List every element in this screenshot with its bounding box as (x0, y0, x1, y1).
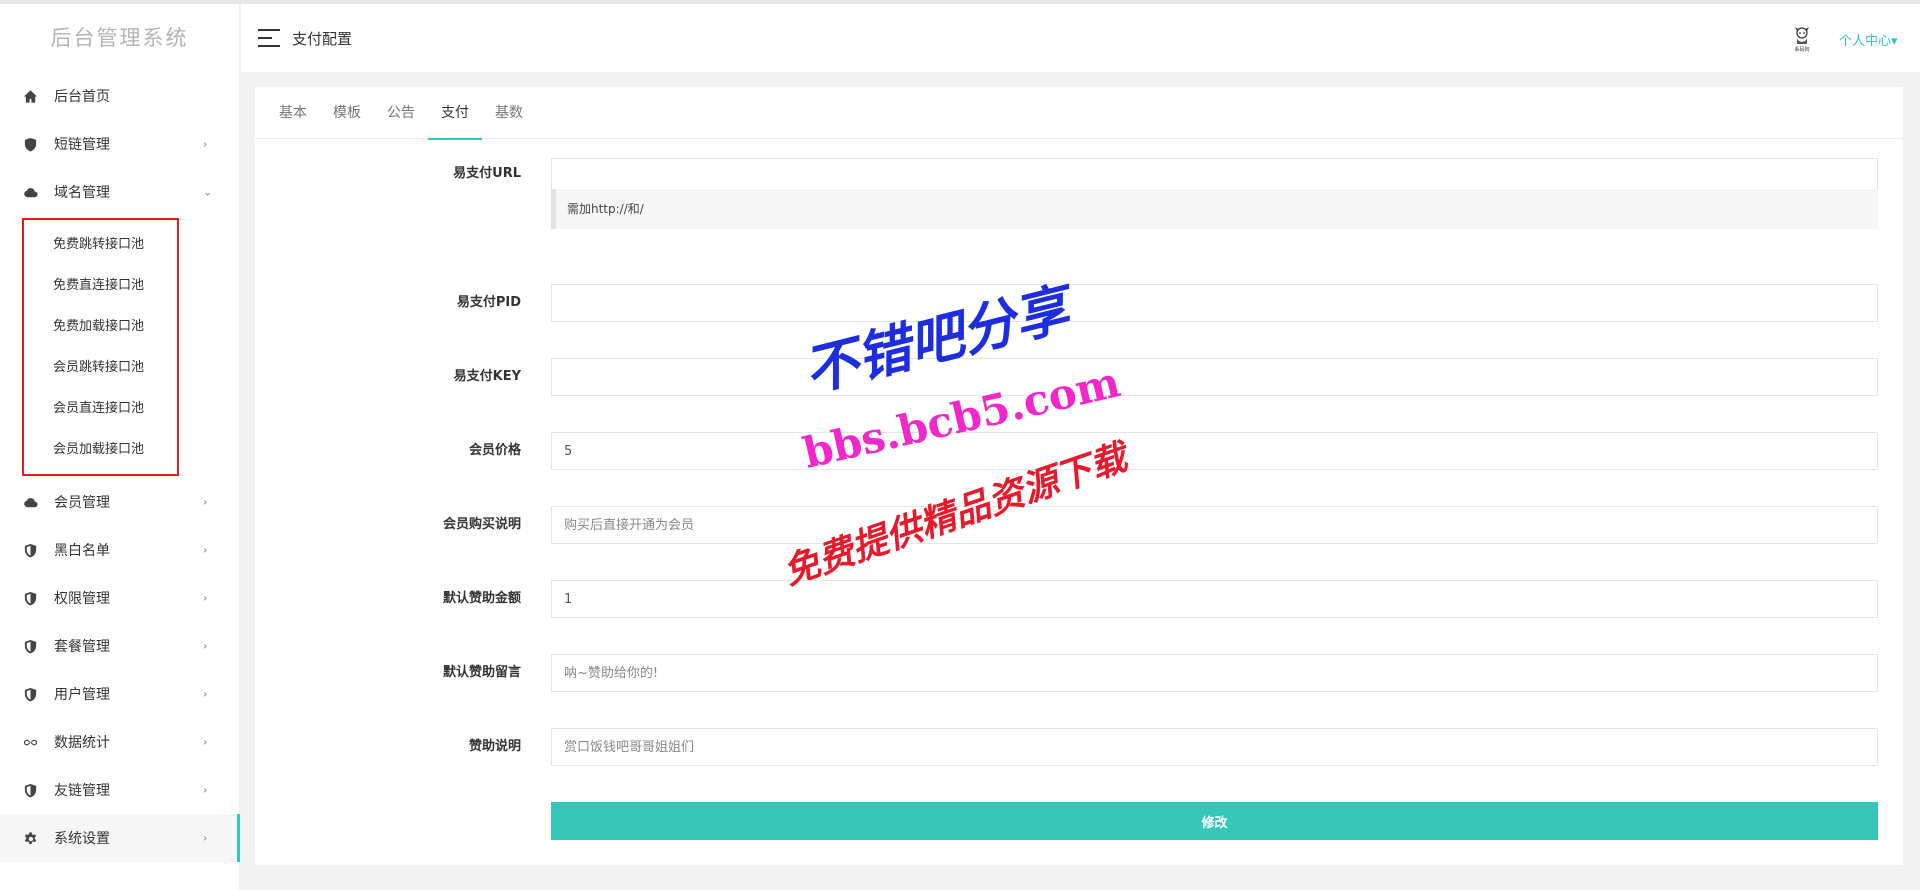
submenu-item[interactable]: 免费跳转接口池 (24, 224, 177, 265)
tab-announcement[interactable]: 公告 (374, 87, 428, 139)
shield-check-icon (22, 686, 38, 702)
sidebar-item-label: 后台首页 (54, 89, 110, 105)
menu-toggle-icon[interactable] (258, 29, 280, 47)
sidebar-item-blackwhite-list[interactable]: 黑白名单 › (0, 526, 239, 574)
top-header: 支付配置 系码狗 个人中心▾ (241, 4, 1920, 72)
chevron-down-icon: ⌄ (203, 185, 213, 199)
domain-submenu: 免费跳转接口池 免费直连接口池 免费加载接口池 会员跳转接口池 会员直连接口池 … (22, 218, 179, 476)
sidebar-item-members[interactable]: 会员管理 › (0, 478, 239, 526)
submenu-item[interactable]: 会员直连接口池 (24, 388, 177, 429)
cloud-icon (22, 494, 38, 510)
epay-key-label: 易支付KEY (453, 369, 521, 384)
epay-key-input[interactable] (551, 358, 1878, 396)
chevron-right-icon: › (203, 591, 208, 605)
sidebar-item-label: 权限管理 (54, 591, 110, 607)
avatar-dog-icon (1795, 27, 1809, 44)
chevron-right-icon: › (203, 543, 208, 557)
default-amount-label: 默认赞助金额 (442, 591, 521, 606)
sidebar-item-system-settings[interactable]: 系统设置 › (0, 814, 240, 862)
sidebar-item-label: 友链管理 (54, 783, 110, 799)
chevron-right-icon: › (203, 735, 208, 749)
sidebar-item-shortlinks[interactable]: 短链管理 › (0, 120, 239, 168)
sidebar-item-home[interactable]: 后台首页 (0, 72, 239, 120)
default-amount-input[interactable] (551, 580, 1878, 618)
settings-tabs: 基本 模板 公告 支付 基数 (255, 87, 1903, 140)
shield-check-icon (22, 542, 38, 558)
sidebar-item-label: 数据统计 (54, 735, 110, 751)
chevron-right-icon: › (203, 639, 208, 653)
tab-template[interactable]: 模板 (320, 87, 374, 139)
gear-icon (22, 830, 38, 846)
shield-check-icon (22, 590, 38, 606)
submenu-item[interactable]: 免费直连接口池 (24, 265, 177, 306)
epay-url-label: 易支付URL (453, 166, 521, 181)
tab-base-count[interactable]: 基数 (482, 87, 536, 139)
sidebar-item-label: 套餐管理 (54, 639, 110, 655)
modify-button[interactable]: 修改 (551, 802, 1878, 840)
sidebar-item-permissions[interactable]: 权限管理 › (0, 574, 239, 622)
chevron-right-icon: › (203, 783, 208, 797)
infinity-icon (22, 734, 38, 750)
app-logo: 后台管理系统 (50, 26, 189, 50)
tab-payment[interactable]: 支付 (428, 87, 482, 140)
sidebar-item-packages[interactable]: 套餐管理 › (0, 622, 239, 670)
sidebar-item-friend-links[interactable]: 友链管理 › (0, 766, 239, 814)
sidebar-item-label: 域名管理 (54, 185, 110, 201)
member-desc-label: 会员购买说明 (442, 517, 521, 532)
sidebar-item-label: 系统设置 (54, 831, 110, 847)
cloud-icon (22, 184, 38, 200)
avatar[interactable]: 系码狗 (1788, 23, 1816, 55)
submenu-item[interactable]: 会员跳转接口池 (24, 347, 177, 388)
member-price-label: 会员价格 (468, 443, 521, 458)
sidebar: 后台管理系统 后台首页 短链管理 › 域名管理 ⌄ 免费跳转接口池 免费直连接口… (0, 4, 240, 890)
sidebar-item-statistics[interactable]: 数据统计 › (0, 718, 239, 766)
tab-basic[interactable]: 基本 (266, 87, 320, 139)
shield-check-icon (22, 782, 38, 798)
epay-pid-label: 易支付PID (456, 295, 521, 310)
sidebar-item-domains[interactable]: 域名管理 ⌄ (0, 168, 239, 216)
member-price-input[interactable] (551, 432, 1878, 470)
epay-url-hint: 需加http://和/ (551, 189, 1878, 229)
member-desc-input[interactable] (551, 506, 1878, 544)
submenu-item[interactable]: 免费加载接口池 (24, 306, 177, 347)
user-center-menu[interactable]: 个人中心▾ (1839, 30, 1898, 49)
page-title: 支付配置 (292, 29, 353, 48)
sponsor-desc-input[interactable] (551, 728, 1878, 766)
shield-icon (22, 136, 38, 152)
chevron-right-icon: › (203, 137, 208, 151)
epay-pid-input[interactable] (551, 284, 1878, 322)
sidebar-item-label: 黑白名单 (54, 543, 110, 559)
sidebar-item-label: 短链管理 (54, 137, 110, 153)
chevron-right-icon: › (203, 687, 208, 701)
chevron-right-icon: › (203, 495, 208, 509)
sidebar-item-label: 用户管理 (54, 687, 110, 703)
chevron-right-icon: › (203, 831, 208, 845)
default-message-label: 默认赞助留言 (442, 665, 521, 680)
sidebar-item-label: 会员管理 (54, 495, 110, 511)
home-icon (22, 88, 38, 104)
submenu-item[interactable]: 会员加载接口池 (24, 429, 177, 470)
default-message-input[interactable] (551, 654, 1878, 692)
avatar-caption: 系码狗 (1794, 47, 1810, 53)
shield-check-icon (22, 638, 38, 654)
sidebar-item-users[interactable]: 用户管理 › (0, 670, 239, 718)
sponsor-desc-label: 赞助说明 (468, 739, 521, 754)
settings-card: 基本 模板 公告 支付 基数 易支付URL 需加http://和/ 易支付PID… (255, 87, 1903, 865)
